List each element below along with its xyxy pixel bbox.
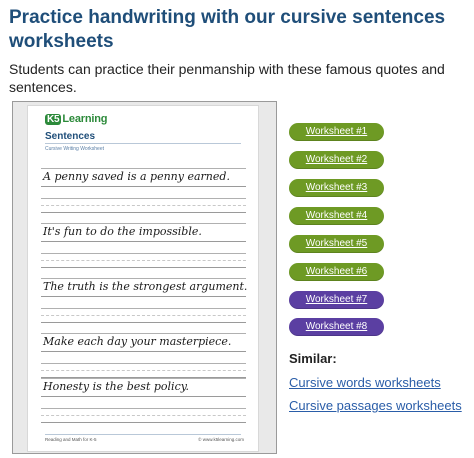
guide-line: [41, 205, 246, 206]
worksheet-4-button[interactable]: Worksheet #4: [289, 207, 384, 225]
worksheet-8-button[interactable]: Worksheet #8: [289, 318, 384, 336]
worksheet-1-button[interactable]: Worksheet #1: [289, 123, 384, 141]
guide-line: [41, 378, 246, 379]
guide-line: [41, 396, 246, 397]
cursive-sentence: The truth is the strongest argument.: [43, 280, 248, 293]
cursive-sentence: A penny saved is a penny earned.: [43, 170, 230, 183]
cursive-sentence: Make each day your masterpiece.: [43, 335, 232, 348]
guide-line: [41, 253, 246, 254]
guide-line: [41, 168, 246, 169]
worksheet-3-button[interactable]: Worksheet #3: [289, 179, 384, 197]
title-rule: [45, 143, 241, 144]
guide-line: [41, 333, 246, 334]
guide-line: [41, 296, 246, 297]
guide-line: [41, 370, 246, 371]
guide-line: [41, 363, 246, 364]
guide-line: [41, 278, 246, 279]
guide-line: [41, 408, 246, 409]
worksheet-6-button[interactable]: Worksheet #6: [289, 263, 384, 281]
guide-line: [41, 186, 246, 187]
worksheet-5-button[interactable]: Worksheet #5: [289, 235, 384, 253]
page-description: Students can practice their penmanship w…: [9, 61, 445, 95]
guide-line: [41, 241, 246, 242]
cursive-sentence: Honesty is the best policy.: [43, 380, 189, 393]
footer-rule: [45, 434, 241, 435]
guide-line: [41, 223, 246, 224]
guide-line: [41, 322, 246, 323]
worksheet-footer-right: © www.k5learning.com: [198, 437, 244, 442]
worksheet-subtitle: Cursive Writing Worksheet: [45, 146, 104, 152]
cursive-passages-link[interactable]: Cursive passages worksheets: [289, 398, 462, 413]
guide-line: [41, 422, 246, 423]
page-title: Practice handwriting with our cursive se…: [9, 7, 446, 52]
guide-line: [41, 267, 246, 268]
worksheet-7-button[interactable]: Worksheet #7: [289, 291, 384, 309]
guide-line: [41, 308, 246, 309]
similar-heading: Similar:: [289, 351, 337, 366]
guide-line: [41, 351, 246, 352]
k5-learning-logo: K5 Learning: [45, 113, 108, 125]
guide-line: [41, 415, 246, 416]
cursive-words-link[interactable]: Cursive words worksheets: [289, 375, 441, 390]
worksheet-2-button[interactable]: Worksheet #2: [289, 151, 384, 169]
worksheet-preview[interactable]: K5 Learning Sentences Cursive Writing Wor…: [27, 105, 259, 452]
guide-line: [41, 198, 246, 199]
worksheet-title: Sentences: [45, 131, 96, 142]
guide-line: [41, 315, 246, 316]
worksheet-footer-left: Reading and Math for K-5: [45, 437, 97, 442]
guide-line: [41, 260, 246, 261]
guide-line: [41, 212, 246, 213]
cursive-sentence: It's fun to do the impossible.: [43, 225, 202, 238]
